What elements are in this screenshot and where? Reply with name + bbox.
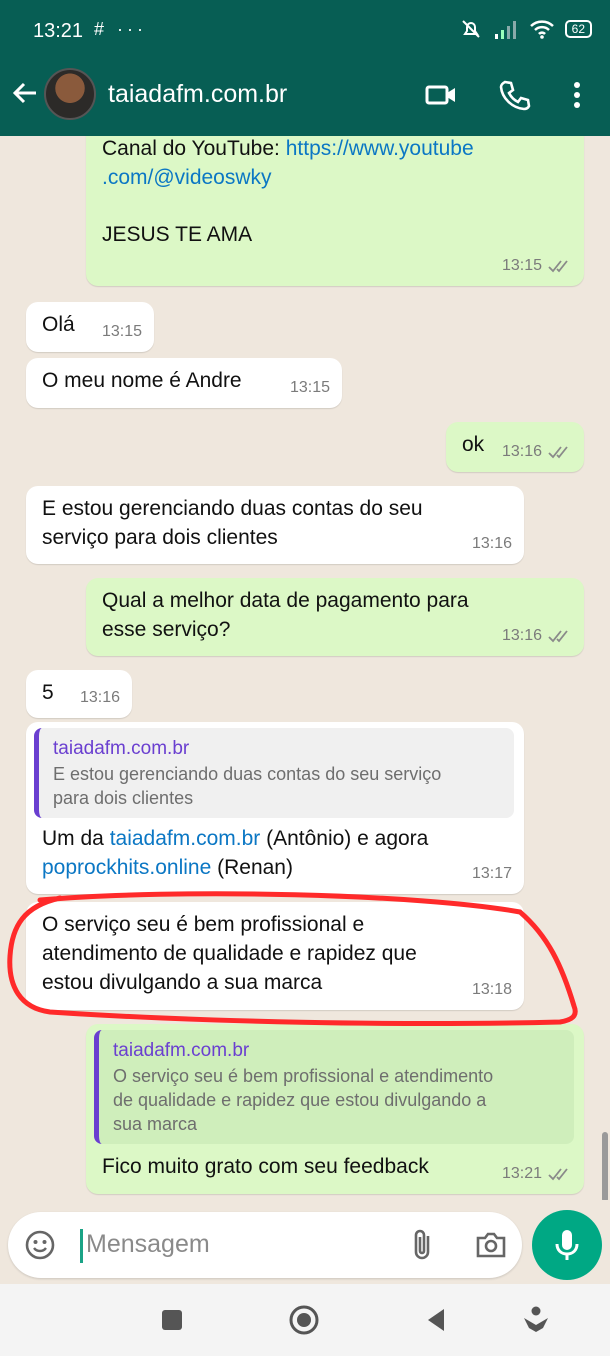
quoted-text: para dois clientes bbox=[53, 788, 194, 808]
notification-icons: # ··· bbox=[94, 19, 147, 39]
message-text: poprockhits.online (Renan) bbox=[42, 856, 293, 879]
message-text: serviço para dois clientes bbox=[42, 526, 278, 549]
double-check-icon bbox=[548, 259, 568, 272]
message-text: ok bbox=[462, 433, 485, 456]
status-time: 13:21 bbox=[33, 20, 84, 42]
message-meta: 13:16 bbox=[80, 683, 120, 712]
message-incoming[interactable]: E estou gerenciando duas contas do seu s… bbox=[26, 486, 524, 564]
back-nav-icon[interactable] bbox=[422, 1304, 454, 1336]
message-text: Canal do YouTube: https://www.youtube bbox=[102, 137, 474, 160]
message-meta: 13:16 bbox=[502, 621, 572, 650]
message-time: 13:18 bbox=[471, 981, 512, 998]
message-time: 13:16 bbox=[79, 689, 120, 706]
message-text: Fico muito grato com seu feedback bbox=[102, 1155, 429, 1178]
message-incoming[interactable]: 5 13:16 bbox=[26, 670, 132, 718]
status-bar: 13:21 # ··· 62 bbox=[0, 0, 610, 60]
system-nav-bar bbox=[0, 1284, 610, 1356]
message-meta: 13:15 bbox=[290, 373, 330, 402]
message-text: esse serviço? bbox=[102, 618, 231, 641]
message-meta: 13:15 bbox=[502, 251, 572, 280]
quoted-sender: taiadafm.com.br bbox=[113, 1040, 250, 1061]
chat-area: Canal do YouTube: https://www.youtube .c… bbox=[0, 136, 610, 1200]
message-time: 13:16 bbox=[471, 535, 512, 552]
video-call-icon[interactable] bbox=[424, 78, 458, 112]
message-text: O serviço seu é bem profissional e bbox=[42, 913, 365, 936]
message-text: 5 bbox=[42, 681, 54, 704]
message-meta: 13:18 bbox=[472, 975, 512, 1004]
message-time: 13:15 bbox=[501, 257, 542, 274]
attachment-icon[interactable] bbox=[408, 1228, 438, 1262]
more-options-icon[interactable] bbox=[560, 78, 594, 112]
quoted-text: sua marca bbox=[113, 1114, 198, 1134]
message-time: 13:17 bbox=[471, 865, 512, 882]
message-incoming-reply[interactable]: taiadafm.com.br E estou gerenciando duas… bbox=[26, 722, 524, 894]
message-outgoing[interactable]: Qual a melhor data de pagamento para ess… bbox=[86, 578, 584, 656]
message-outgoing[interactable]: ok 13:16 bbox=[446, 422, 584, 472]
site-link[interactable]: taiadafm.com.br bbox=[110, 827, 261, 850]
message-text: E estou gerenciando duas contas do seu bbox=[42, 497, 423, 520]
battery-icon: 62 bbox=[564, 20, 592, 38]
site-link[interactable]: poprockhits.online bbox=[42, 856, 211, 879]
microphone-icon bbox=[555, 1230, 579, 1260]
message-meta: 13:15 bbox=[102, 317, 142, 346]
message-text: atendimento de qualidade e rapidez que bbox=[42, 942, 417, 965]
camera-icon[interactable] bbox=[474, 1228, 508, 1262]
message-time: 13:15 bbox=[289, 379, 330, 396]
status-right-icons: 62 bbox=[459, 17, 592, 41]
mic-button[interactable] bbox=[532, 1210, 602, 1280]
message-outgoing-reply[interactable]: taiadafm.com.br O serviço seu é bem prof… bbox=[86, 1024, 584, 1194]
message-time: 13:21 bbox=[501, 1165, 542, 1182]
message-text: Um da taiadafm.com.br (Antônio) e agora bbox=[42, 827, 429, 850]
youtube-link-cont[interactable]: .com/@videoswky bbox=[102, 163, 570, 192]
back-arrow-icon[interactable] bbox=[10, 78, 40, 108]
contact-name[interactable]: taiadafm.com.br bbox=[108, 80, 287, 109]
quoted-text: O serviço seu é bem profissional e atend… bbox=[113, 1066, 494, 1086]
message-incoming[interactable]: O serviço seu é bem profissional e atend… bbox=[26, 902, 524, 1010]
quoted-text: E estou gerenciando duas contas do seu s… bbox=[53, 764, 442, 784]
message-text: O meu nome é Andre bbox=[42, 369, 242, 392]
assistant-icon[interactable] bbox=[520, 1304, 552, 1336]
double-check-icon bbox=[548, 445, 568, 458]
message-time: 13:16 bbox=[501, 443, 542, 460]
phone-call-icon[interactable] bbox=[498, 78, 532, 112]
message-input[interactable] bbox=[86, 1224, 386, 1264]
text-cursor bbox=[80, 1229, 83, 1263]
double-check-icon bbox=[548, 629, 568, 642]
mute-bell-icon bbox=[461, 20, 480, 38]
message-meta: 13:16 bbox=[502, 437, 572, 466]
message-incoming[interactable]: O meu nome é Andre 13:15 bbox=[26, 358, 342, 408]
quoted-sender: taiadafm.com.br bbox=[53, 738, 190, 759]
double-check-icon bbox=[548, 1167, 568, 1180]
recents-icon[interactable] bbox=[156, 1304, 188, 1336]
message-text: Qual a melhor data de pagamento para bbox=[102, 589, 469, 612]
signal-icon bbox=[494, 21, 516, 39]
message-text: estou divulgando a sua marca bbox=[42, 971, 323, 994]
message-outgoing[interactable]: Canal do YouTube: https://www.youtube .c… bbox=[86, 136, 584, 286]
message-incoming[interactable]: Olá 13:15 bbox=[26, 302, 154, 352]
message-text: JESUS TE AMA bbox=[102, 223, 253, 246]
home-icon[interactable] bbox=[288, 1304, 320, 1336]
youtube-link[interactable]: https://www.youtube bbox=[286, 137, 474, 160]
message-time: 13:16 bbox=[501, 627, 542, 644]
quoted-message[interactable]: taiadafm.com.br E estou gerenciando duas… bbox=[34, 728, 514, 818]
quoted-text: de qualidade e rapidez que estou divulga… bbox=[113, 1090, 487, 1110]
wifi-icon bbox=[529, 20, 554, 39]
message-composer bbox=[8, 1212, 522, 1278]
message-text: Olá bbox=[42, 313, 75, 336]
emoji-icon[interactable] bbox=[24, 1229, 56, 1261]
message-meta: 13:21 bbox=[502, 1159, 572, 1188]
quoted-message[interactable]: taiadafm.com.br O serviço seu é bem prof… bbox=[94, 1030, 574, 1144]
message-meta: 13:16 bbox=[472, 529, 512, 558]
avatar[interactable] bbox=[44, 68, 96, 120]
chat-header: taiadafm.com.br bbox=[0, 60, 610, 136]
message-time: 13:15 bbox=[101, 323, 142, 340]
message-meta: 13:17 bbox=[472, 859, 512, 888]
chat-scrollbar[interactable] bbox=[602, 1132, 608, 1200]
